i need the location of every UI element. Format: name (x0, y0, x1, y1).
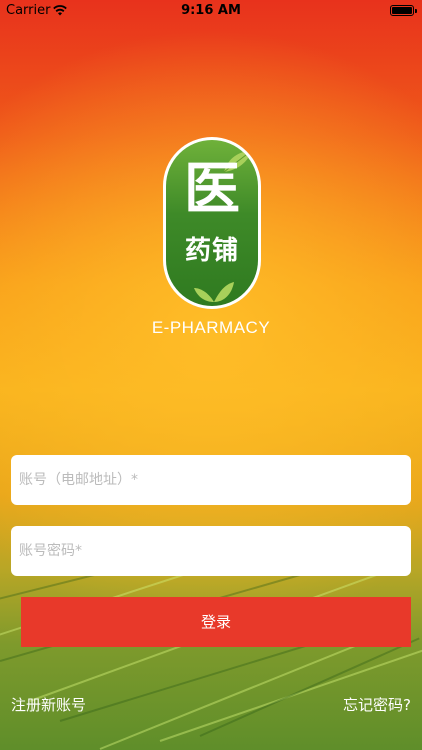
logo-sub-text: 药铺 (184, 236, 239, 266)
account-placeholder: 账号（电邮地址）* (19, 472, 138, 488)
logo-main-char: 医 (184, 157, 240, 222)
status-bar: Carrier 9:16 AM (0, 0, 422, 22)
brand-name: E-PHARMACY (151, 318, 271, 337)
register-link[interactable]: 注册新账号 (11, 694, 86, 715)
forgot-password-link[interactable]: 忘记密码? (343, 694, 411, 715)
clock: 9:16 AM (181, 3, 241, 18)
password-placeholder: 账号密码* (19, 543, 82, 559)
leaf-icon (194, 282, 234, 302)
battery-icon (390, 5, 417, 16)
password-input[interactable]: 账号密码* (11, 526, 411, 576)
account-input[interactable]: 账号（电邮地址）* (11, 455, 411, 505)
login-button[interactable]: 登录 (21, 597, 411, 647)
app-logo: 医 药铺 (163, 137, 261, 309)
